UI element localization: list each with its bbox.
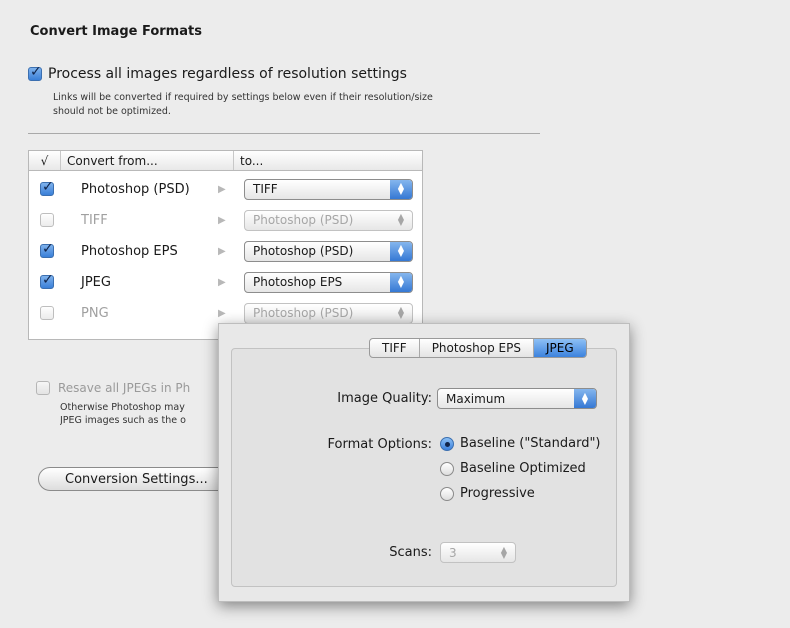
convert-to-popup[interactable]: Photoshop EPS ▲ ▼: [244, 271, 413, 293]
resave-label: Resave all JPEGs in Ph: [58, 381, 191, 395]
convert-to-popup: Photoshop (PSD) ▲ ▼: [244, 209, 413, 231]
process-all-label: Process all images regardless of resolut…: [48, 66, 407, 82]
header-check[interactable]: √: [29, 151, 61, 170]
row-checkbox[interactable]: [40, 306, 54, 320]
row-checkbox[interactable]: [40, 213, 54, 227]
tab-content: Image Quality: Maximum ▲ ▼ Format Options…: [231, 348, 617, 587]
tab-photoshop-eps[interactable]: Photoshop EPS: [420, 339, 534, 357]
radio-progressive[interactable]: Progressive: [440, 486, 535, 501]
arrow-right-icon: ▶: [218, 276, 226, 288]
row-checkbox[interactable]: [40, 241, 54, 258]
conversion-table: √ Convert from... to... Photoshop (PSD) …: [28, 150, 423, 340]
convert-to-popup[interactable]: Photoshop (PSD) ▲ ▼: [244, 240, 413, 262]
image-quality-popup[interactable]: Maximum ▲ ▼: [437, 388, 597, 409]
table-row: Photoshop (PSD) ▶ TIFF ▲▼: [29, 175, 422, 203]
popup-value: Photoshop EPS: [253, 275, 343, 289]
arrow-right-icon: ▶: [218, 245, 226, 257]
convert-to-popup[interactable]: TIFF ▲ ▼: [244, 178, 413, 200]
row-checkbox[interactable]: [40, 272, 54, 289]
conversion-settings-button[interactable]: Conversion Settings...: [38, 467, 238, 491]
convert-from-label: PNG: [81, 305, 109, 321]
radio-label: Baseline ("Standard"): [460, 436, 601, 451]
popup-arrows-icon: ▲ ▼: [574, 389, 596, 408]
image-quality-label: Image Quality:: [337, 391, 432, 406]
convert-to-popup: Photoshop (PSD) ▲ ▼: [244, 302, 413, 324]
resave-row[interactable]: Resave all JPEGs in Ph: [36, 381, 190, 395]
popup-value: Maximum: [446, 391, 506, 406]
radio-baseline-optimized[interactable]: Baseline Optimized: [440, 461, 586, 476]
table-row: TIFF ▶ Photoshop (PSD) ▲ ▼: [29, 206, 422, 234]
table-row: Photoshop EPS ▶ Photoshop (PSD) ▲▼: [29, 237, 422, 265]
convert-from-label: Photoshop (PSD): [81, 181, 190, 197]
convert-from-label: JPEG: [81, 274, 111, 290]
conversion-settings-sheet: TIFF Photoshop EPS JPEG Image Quality: M…: [218, 323, 630, 602]
process-all-note: Links will be converted if required by s…: [53, 92, 433, 117]
radio-button[interactable]: [440, 436, 454, 451]
convert-from-label: Photoshop EPS: [81, 243, 178, 259]
table-row: JPEG ▶ Photoshop EPS ▲▼: [29, 268, 422, 296]
popup-arrows-icon: ▲ ▼: [397, 305, 405, 320]
scans-popup: 3 ▲ ▼: [440, 542, 516, 563]
header-convert-from[interactable]: Convert from...: [61, 151, 234, 170]
scans-label: Scans:: [389, 545, 432, 560]
convert-from-label: TIFF: [81, 212, 108, 228]
radio-label: Progressive: [460, 486, 535, 501]
tab-tiff[interactable]: TIFF: [370, 339, 420, 357]
radio-button[interactable]: [440, 486, 454, 501]
radio-baseline-standard[interactable]: Baseline ("Standard"): [440, 436, 601, 451]
popup-arrows-icon: ▲ ▼: [397, 212, 405, 227]
arrow-right-icon: ▶: [218, 307, 226, 319]
format-tabs: TIFF Photoshop EPS JPEG: [369, 338, 587, 358]
section-title: Convert Image Formats: [30, 24, 202, 39]
popup-arrows-icon: ▲ ▼: [390, 241, 412, 261]
radio-button[interactable]: [440, 461, 454, 476]
popup-value: Photoshop (PSD): [253, 306, 354, 320]
popup-arrows-icon: ▲ ▼: [390, 179, 412, 199]
popup-value: Photoshop (PSD): [253, 244, 354, 258]
divider: [28, 133, 540, 134]
header-to[interactable]: to...: [234, 151, 422, 170]
popup-value: TIFF: [253, 182, 278, 196]
popup-value: 3: [449, 545, 457, 560]
radio-label: Baseline Optimized: [460, 461, 586, 476]
arrow-right-icon: ▶: [218, 214, 226, 226]
popup-arrows-icon: ▲ ▼: [500, 544, 508, 560]
tab-jpeg[interactable]: JPEG: [533, 339, 586, 357]
arrow-right-icon: ▶: [218, 183, 226, 195]
format-options-label: Format Options:: [327, 437, 432, 452]
process-all-row[interactable]: Process all images regardless of resolut…: [28, 64, 407, 82]
table-header: √ Convert from... to...: [29, 151, 422, 171]
row-checkbox[interactable]: [40, 179, 54, 196]
resave-checkbox[interactable]: [36, 381, 50, 395]
process-all-checkbox[interactable]: [28, 64, 42, 81]
popup-arrows-icon: ▲ ▼: [390, 272, 412, 292]
popup-value: Photoshop (PSD): [253, 213, 354, 227]
